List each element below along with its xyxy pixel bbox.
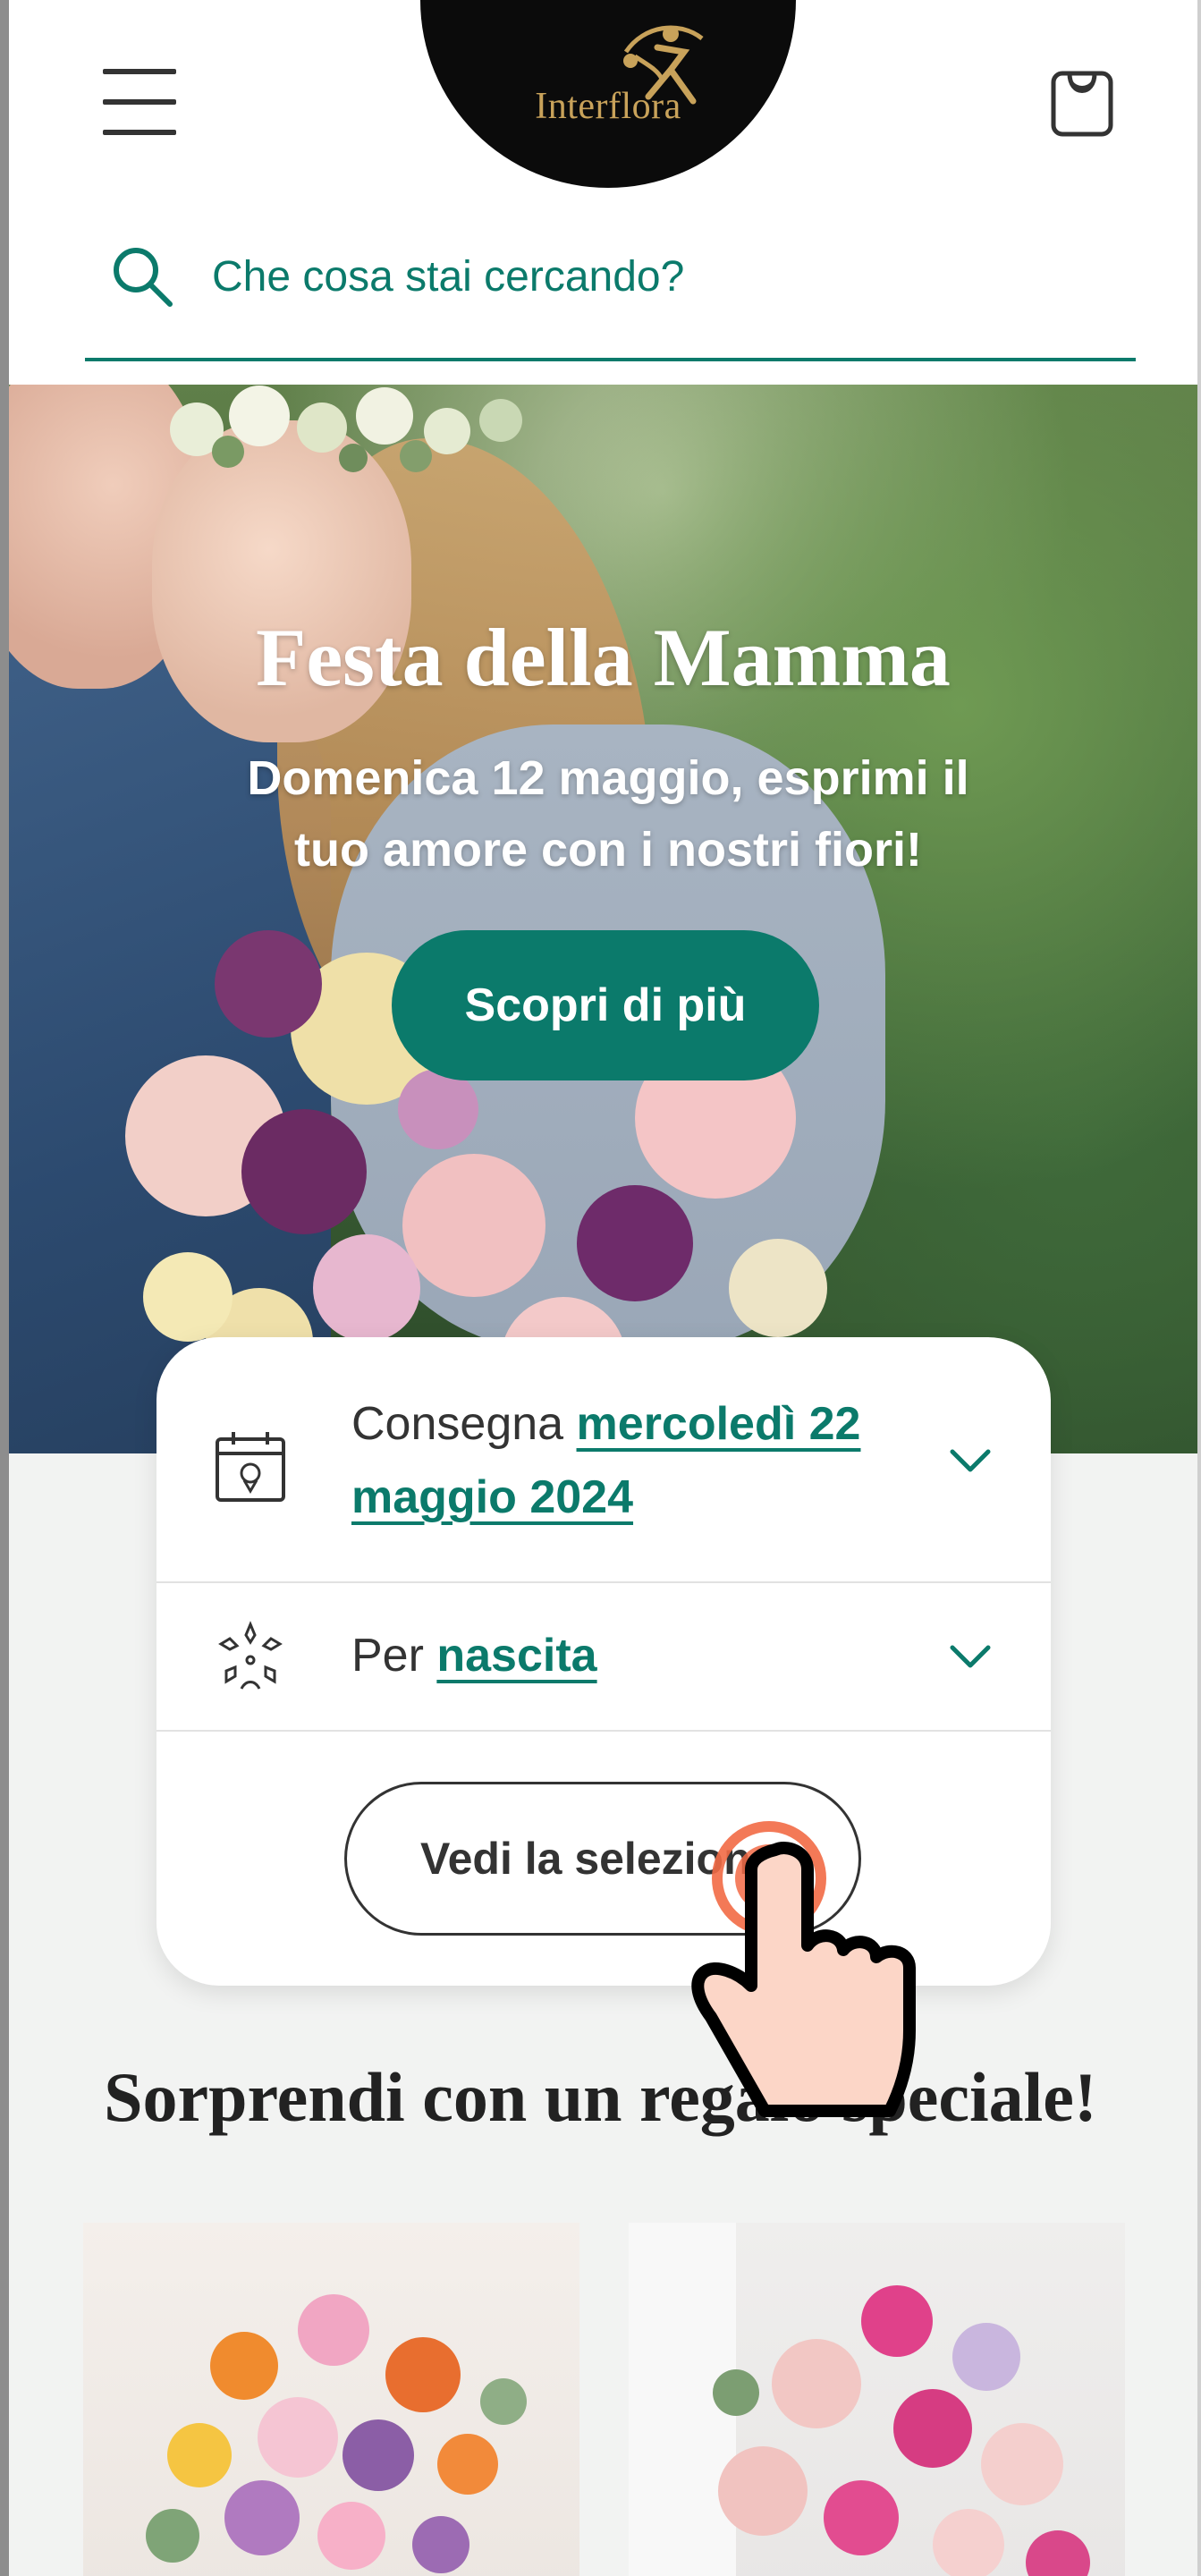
hero-banner[interactable]: Festa della Mamma Domenica 12 maggio, es… xyxy=(9,385,1197,1453)
logo-text: Interflora xyxy=(535,86,681,127)
shopping-bag-icon[interactable] xyxy=(1046,63,1118,143)
occasion-text: Per nascita xyxy=(351,1619,924,1692)
delivery-text: Consegna mercoledì 22 maggio 2024 xyxy=(351,1387,924,1534)
occasion-prefix: Per xyxy=(351,1630,424,1682)
frame-edge-left xyxy=(0,0,9,2576)
search-input[interactable] xyxy=(210,244,1090,309)
product-image-mixed-bouquet xyxy=(146,2294,527,2573)
section-title: Sorprendi con un regalo speciale! xyxy=(104,2058,1097,2136)
interflora-logo[interactable]: Interflora xyxy=(420,0,796,188)
flower-crown-image xyxy=(170,386,522,472)
chevron-down-icon[interactable] xyxy=(943,1443,997,1479)
page: Interflora Che cosa stai cercando? Festa… xyxy=(0,0,1201,2576)
see-selection-button[interactable]: Vedi la selezione xyxy=(344,1782,861,1936)
delivery-prefix: Consegna xyxy=(351,1398,564,1450)
delivery-date-selector[interactable]: Consegna mercoledì 22 maggio 2024 xyxy=(156,1337,1051,1583)
occasion-link[interactable]: nascita xyxy=(436,1630,596,1682)
discover-more-button[interactable]: Scopri di più xyxy=(392,930,819,1080)
occasion-selector[interactable]: Per nascita xyxy=(156,1581,1051,1732)
search-bar[interactable] xyxy=(85,228,1136,361)
header: Interflora xyxy=(9,0,1197,385)
hamburger-menu-icon[interactable] xyxy=(94,67,176,139)
delivery-selector-card: Consegna mercoledì 22 maggio 2024 Per na… xyxy=(156,1337,1051,1986)
flower-wreath-icon xyxy=(218,1621,283,1690)
chevron-down-icon[interactable] xyxy=(943,1639,997,1674)
calendar-icon xyxy=(216,1432,285,1502)
product-image-pink-bouquet xyxy=(629,2223,1090,2576)
frame-edge-right xyxy=(1197,0,1201,2576)
search-icon xyxy=(114,248,173,307)
product-card-bouquet-2[interactable] xyxy=(629,2223,1125,2576)
product-card-bouquet-1[interactable] xyxy=(83,2223,579,2576)
hero-title: Festa della Mamma xyxy=(256,612,951,703)
hero-subtitle: Domenica 12 maggio, esprimi il tuo amore… xyxy=(247,751,969,877)
